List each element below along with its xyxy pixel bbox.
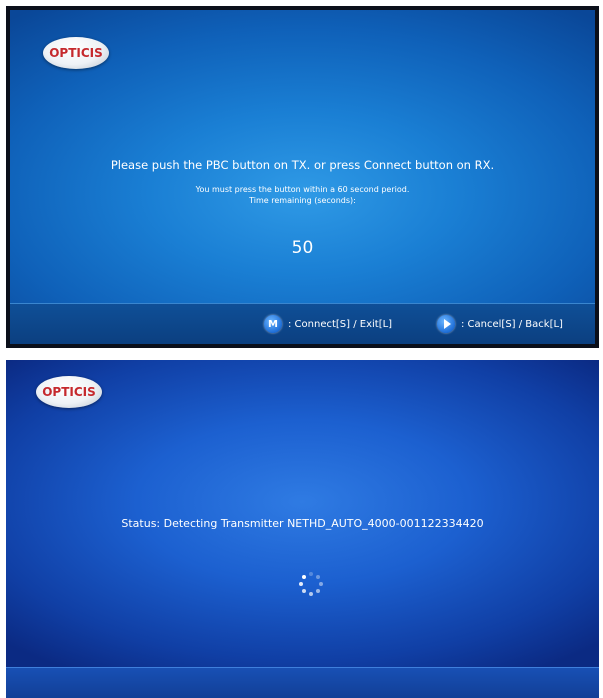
bottom-bar (6, 667, 599, 698)
detecting-screen: OPTICIS Status: Detecting Transmitter NE… (6, 360, 599, 698)
loading-spinner-icon (297, 570, 325, 598)
pairing-time-note: You must press the button within a 60 se… (195, 185, 410, 194)
countdown-value: 50 (291, 238, 314, 258)
play-key-hint[interactable]: : Cancel[S] / Back[L] (437, 315, 563, 333)
status-message: Status: Detecting Transmitter NETHD_AUTO… (121, 517, 484, 530)
spinner-dot (316, 574, 321, 579)
spinner-dot (309, 592, 313, 596)
logo-text: OPTICIS (49, 46, 103, 60)
time-remaining-label: Time remaining (seconds): (249, 196, 356, 205)
spinner-dot (301, 574, 306, 579)
opticis-logo: OPTICIS (36, 376, 102, 408)
menu-key-hint-text: : Connect[S] / Exit[L] (288, 318, 393, 330)
detecting-screen-photo: OPTICIS Status: Detecting Transmitter NE… (6, 360, 599, 698)
menu-key-icon: M (264, 315, 282, 333)
spinner-dot (309, 572, 313, 576)
key-hint-bar: M : Connect[S] / Exit[L] : Cancel[S] / B… (10, 303, 595, 344)
pairing-screen: OPTICIS Please push the PBC button on TX… (10, 10, 595, 344)
play-key-hint-text: : Cancel[S] / Back[L] (461, 318, 563, 330)
spinner-dot (299, 582, 303, 586)
play-icon (437, 315, 455, 333)
spinner-dot (316, 589, 321, 594)
spinner-dot (301, 589, 306, 594)
spinner-dot (319, 582, 323, 586)
menu-key-hint[interactable]: M : Connect[S] / Exit[L] (264, 315, 392, 333)
opticis-logo: OPTICIS (43, 37, 109, 69)
pairing-screen-photo: OPTICIS Please push the PBC button on TX… (6, 6, 599, 348)
logo-text: OPTICIS (42, 385, 96, 399)
pairing-instruction: Please push the PBC button on TX. or pre… (110, 158, 495, 172)
